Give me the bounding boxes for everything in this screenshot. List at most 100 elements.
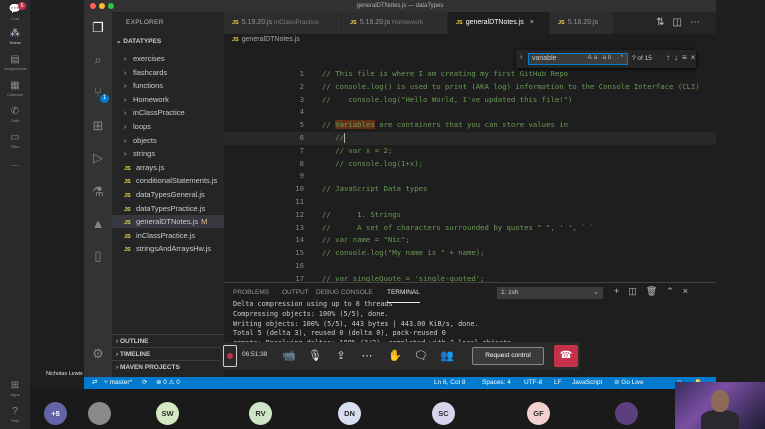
new-terminal-icon[interactable]: +: [614, 286, 628, 296]
close-window-button[interactable]: [90, 3, 96, 9]
tree-folder[interactable]: › loops: [124, 120, 224, 133]
rail-calendar[interactable]: ▦ Calendar: [4, 80, 26, 97]
explorer-icon[interactable]: ❐: [90, 20, 106, 36]
code-line[interactable]: 12 // 1. Strings: [224, 209, 716, 222]
previous-match-icon[interactable]: ↑: [666, 53, 674, 62]
code-line[interactable]: 2 // console.log() is used to print (AKA …: [224, 81, 716, 94]
tree-folder[interactable]: › exercises: [124, 52, 224, 65]
find-input[interactable]: variable Aa ab .*: [528, 53, 628, 65]
participant-avatar[interactable]: SC: [432, 402, 455, 425]
code-line[interactable]: 4: [224, 106, 716, 119]
tree-folder[interactable]: › strings: [124, 147, 224, 160]
tab-generaldtnotes[interactable]: JS generalDTNotes.js ×: [448, 12, 550, 34]
run-debug-icon[interactable]: ▷: [90, 150, 106, 166]
close-panel-icon[interactable]: ×: [683, 286, 697, 296]
terminal-select[interactable]: 1: zsh ⌄: [497, 287, 603, 299]
rail-chat[interactable]: 💬 Chat 5: [4, 2, 26, 21]
testing-flask-icon[interactable]: ⚗: [90, 184, 106, 200]
settings-gear-icon[interactable]: ⚙: [90, 346, 106, 362]
raise-hand-icon[interactable]: ✋: [388, 349, 402, 363]
code-line[interactable]: 1 // This file is where I am creating my …: [224, 68, 716, 81]
bookmark-icon[interactable]: ▯: [90, 248, 106, 264]
next-match-icon[interactable]: ↓: [674, 53, 682, 62]
more-actions-icon[interactable]: ⋯: [690, 17, 708, 28]
rail-assignments[interactable]: ▤ Assignments: [4, 54, 27, 71]
tree-file[interactable]: JS generalDTNotes.js M: [112, 215, 224, 229]
zoom-window-button[interactable]: [108, 3, 114, 9]
find-options[interactable]: Aa ab .*: [588, 55, 625, 61]
maximize-panel-icon[interactable]: ⌃: [666, 286, 683, 296]
rail-apps[interactable]: ⊞ Apps: [4, 380, 26, 397]
line-ending[interactable]: LF: [554, 377, 562, 389]
participant-avatar[interactable]: SW: [156, 402, 179, 425]
tree-file[interactable]: JS dataTypesPractice.js: [124, 202, 224, 215]
tree-folder[interactable]: › inClassPractice: [124, 106, 224, 119]
rail-calls[interactable]: ✆ Calls: [4, 106, 26, 123]
mic-off-icon[interactable]: 🎙: [308, 349, 322, 363]
code-line[interactable]: 14 // var name = "Nic";: [224, 234, 716, 247]
tab-5-19-20-inclasspractice[interactable]: JS 5.19.20.js inClassPractice: [224, 12, 342, 34]
code-line[interactable]: 7 // var x = 2;: [224, 145, 716, 158]
chat-icon[interactable]: 🗨: [414, 349, 428, 363]
remote-icon[interactable]: ⇄: [92, 377, 97, 389]
indentation[interactable]: Spaces: 4: [482, 377, 511, 389]
tree-file[interactable]: JS conditionalStatements.js: [124, 174, 224, 187]
outline-section[interactable]: › OUTLINE: [112, 334, 224, 347]
tree-folder[interactable]: › objects: [124, 134, 224, 147]
camera-off-icon[interactable]: 📹: [282, 349, 296, 363]
participants-icon[interactable]: 👥: [440, 349, 454, 363]
find-in-selection-icon[interactable]: ≡: [682, 53, 691, 62]
tab-5-18-20[interactable]: JS 5.18.20.js: [550, 12, 614, 34]
tree-file[interactable]: JS inClassPractice.js: [124, 229, 224, 242]
participant-avatar[interactable]: DN: [338, 402, 361, 425]
code-line[interactable]: 8 // console.log(1+x);: [224, 158, 716, 171]
code-line[interactable]: 16: [224, 260, 716, 273]
compare-icon[interactable]: ⇅: [656, 17, 672, 28]
code-line[interactable]: 15 // console.log("My name is " + name);: [224, 247, 716, 260]
code-line[interactable]: 6 //: [224, 132, 716, 145]
participant-avatar[interactable]: RV: [249, 402, 272, 425]
breadcrumb[interactable]: JS generalDTNotes.js: [232, 36, 300, 43]
rail-help[interactable]: ? Help: [4, 406, 26, 423]
tree-file[interactable]: JS stringsAndArraysHw.js: [124, 242, 224, 255]
rail-files[interactable]: ▭ Files: [4, 132, 26, 149]
participant-avatar[interactable]: [615, 402, 638, 425]
participant-avatar[interactable]: GF: [527, 402, 550, 425]
go-live-button[interactable]: ⊘ Go Live: [614, 377, 644, 389]
toggle-replace-icon[interactable]: ›: [520, 54, 522, 61]
azure-icon[interactable]: ▲: [90, 216, 106, 232]
sync-icon[interactable]: ⟳: [142, 377, 147, 389]
code-line[interactable]: 13 // A set of characters surrounded by q…: [224, 222, 716, 235]
participant-avatar[interactable]: [88, 402, 111, 425]
problems-count[interactable]: ⊗ 0 ⚠ 0: [156, 377, 180, 389]
split-editor-icon[interactable]: ◫: [673, 17, 690, 28]
tree-folder[interactable]: › Homework: [124, 93, 224, 106]
language-mode[interactable]: JavaScript: [572, 377, 602, 389]
code-line[interactable]: 10 // JavaScript Data types: [224, 183, 716, 196]
workspace-folder[interactable]: ⌄ DATATYPES: [116, 37, 161, 45]
code-line[interactable]: 5 // Variables are containers that you ca…: [224, 119, 716, 132]
git-branch[interactable]: ⑂ master*: [104, 377, 132, 389]
encoding[interactable]: UTF-8: [524, 377, 542, 389]
split-terminal-icon[interactable]: ◫: [628, 286, 646, 296]
tree-folder[interactable]: › functions: [124, 79, 224, 92]
rail-more[interactable]: ...: [4, 158, 26, 170]
participant-avatar[interactable]: +5: [44, 402, 67, 425]
minimize-window-button[interactable]: [99, 3, 105, 9]
trash-icon[interactable]: 🗑: [646, 286, 666, 296]
maven-projects-section[interactable]: › MAVEN PROJECTS: [112, 360, 224, 373]
close-find-icon[interactable]: ×: [691, 53, 700, 62]
search-icon[interactable]: ⌕: [90, 52, 106, 68]
code-line[interactable]: 3 // console.log("Hello World, I've updat…: [224, 94, 716, 107]
tree-file[interactable]: JS arrays.js: [124, 161, 224, 174]
code-line[interactable]: 9: [224, 170, 716, 183]
tree-folder[interactable]: › flashcards: [124, 66, 224, 79]
tab-5-19-20-homework[interactable]: JS 5.19.20.js Homework: [342, 12, 448, 34]
tree-file[interactable]: JS dataTypesGeneral.js: [124, 188, 224, 201]
self-video-preview[interactable]: [675, 382, 765, 429]
timeline-section[interactable]: › TIMELINE: [112, 347, 224, 360]
rail-teams[interactable]: ⁂ Teams: [4, 28, 26, 45]
cursor-position[interactable]: Ln 6, Col 8: [434, 377, 465, 389]
code-line[interactable]: 11: [224, 196, 716, 209]
source-control-icon[interactable]: ⑂ 1: [90, 85, 109, 103]
